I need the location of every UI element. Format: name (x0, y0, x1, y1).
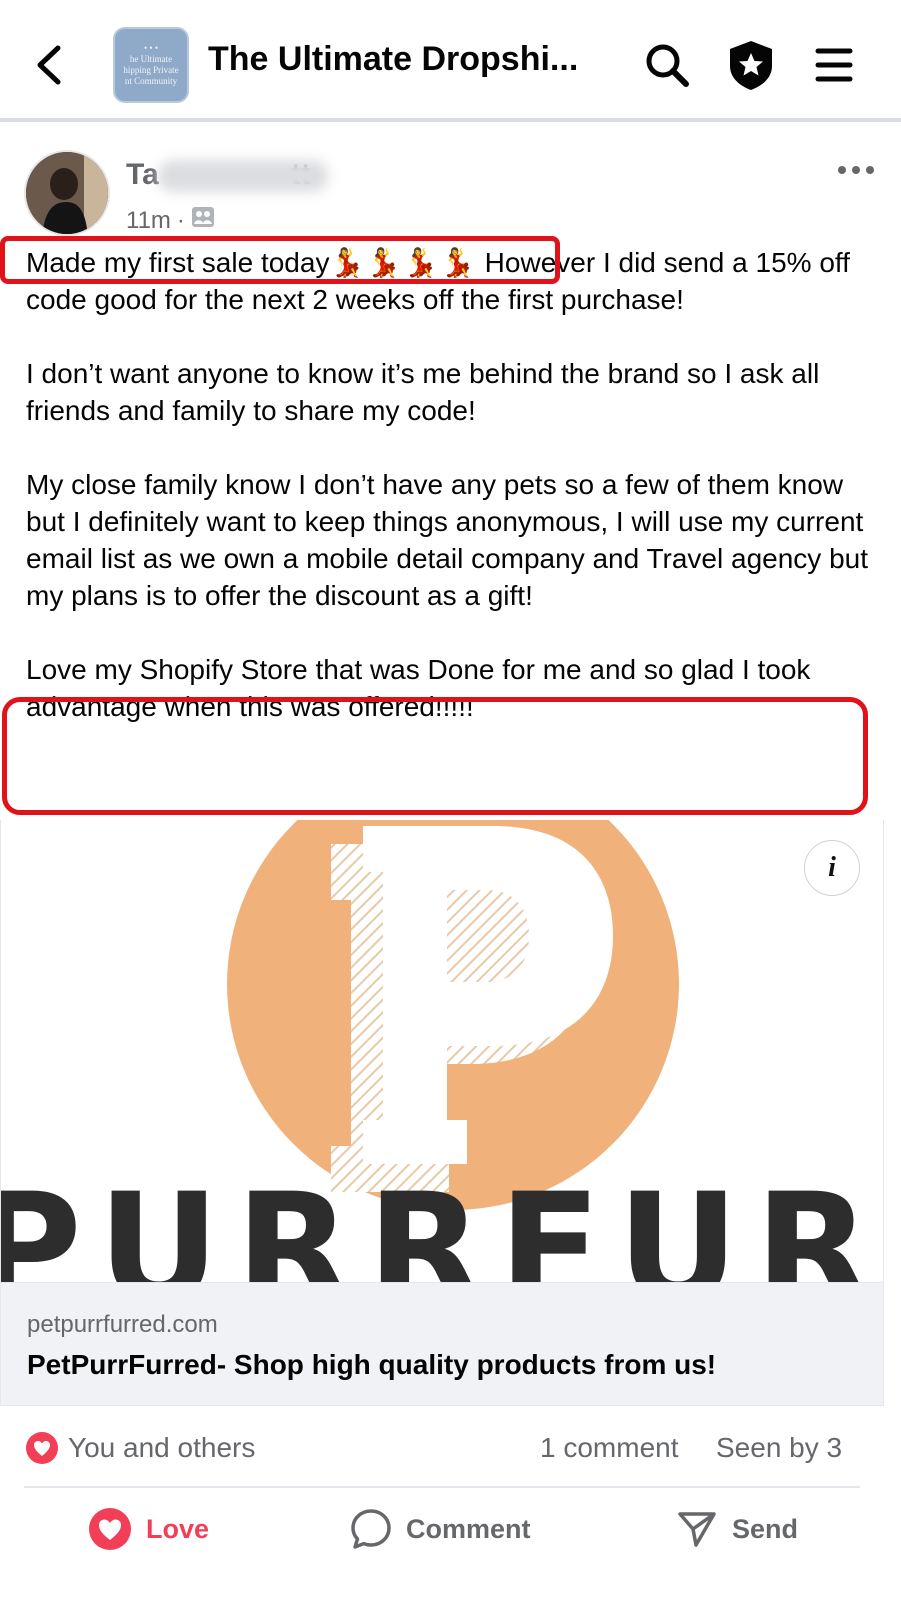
admin-shield-icon[interactable] (724, 38, 778, 92)
highlight-box-first-sale (0, 236, 560, 284)
post-time[interactable]: 11m (126, 207, 171, 235)
send-label: Send (732, 1513, 799, 1544)
love-icon (89, 1508, 131, 1550)
highlight-box-shopify (2, 697, 868, 815)
seen-by-count[interactable]: Seen by 3 (716, 1432, 842, 1464)
info-button[interactable]: i (804, 840, 860, 896)
meta-separator: · (176, 206, 185, 234)
group-audience-icon (191, 206, 215, 235)
link-preview-image[interactable]: PETPURRFURRED (0, 820, 884, 1282)
reactions-summary: You and others 1 comment Seen by 3 (0, 1410, 884, 1486)
send-icon (678, 1512, 716, 1547)
reactors-text[interactable]: You and others (68, 1432, 255, 1464)
back-arrow-icon[interactable] (30, 40, 70, 90)
more-options-icon[interactable] (836, 158, 876, 182)
group-title[interactable]: The Ultimate Dropshi... (208, 40, 578, 79)
search-icon[interactable] (640, 38, 694, 92)
menu-icon[interactable] (808, 38, 862, 92)
top-bar: • • • he Ultimate hipping Private nt Com… (0, 0, 901, 122)
love-button[interactable]: Love (88, 1502, 209, 1556)
love-label: Love (146, 1513, 210, 1544)
send-button[interactable]: Send (676, 1502, 798, 1556)
post-paragraph-3: My close family know I don’t have any pe… (26, 469, 868, 611)
link-title: PetPurrFurred- Shop high quality product… (27, 1349, 717, 1380)
love-reaction-icon[interactable] (26, 1432, 58, 1464)
comment-label: Comment (406, 1513, 531, 1544)
brand-wordmark: PETPURRFURRED (1, 1162, 884, 1282)
post-text: Made my first sale today💃💃💃💃 However I d… (26, 244, 876, 725)
author-name-blur (158, 160, 328, 192)
comment-button[interactable]: Comment (350, 1502, 531, 1556)
actions-divider (24, 1486, 860, 1488)
author-avatar[interactable] (24, 150, 110, 236)
group-thumbnail[interactable]: • • • he Ultimate hipping Private nt Com… (113, 27, 189, 103)
group-thumbnail-text: • • • he Ultimate hipping Private nt Com… (123, 43, 179, 86)
comment-icon (351, 1509, 391, 1549)
link-domain: petpurrfurred.com (27, 1311, 218, 1338)
post-meta: 11m · (126, 206, 215, 235)
comment-count[interactable]: 1 comment (540, 1432, 679, 1464)
link-preview-details[interactable]: petpurrfurred.com PetPurrFurred- Shop hi… (0, 1282, 884, 1406)
logo-p-bowl (447, 890, 529, 982)
post-paragraph-2: I don’t want anyone to know it’s me behi… (26, 358, 820, 426)
